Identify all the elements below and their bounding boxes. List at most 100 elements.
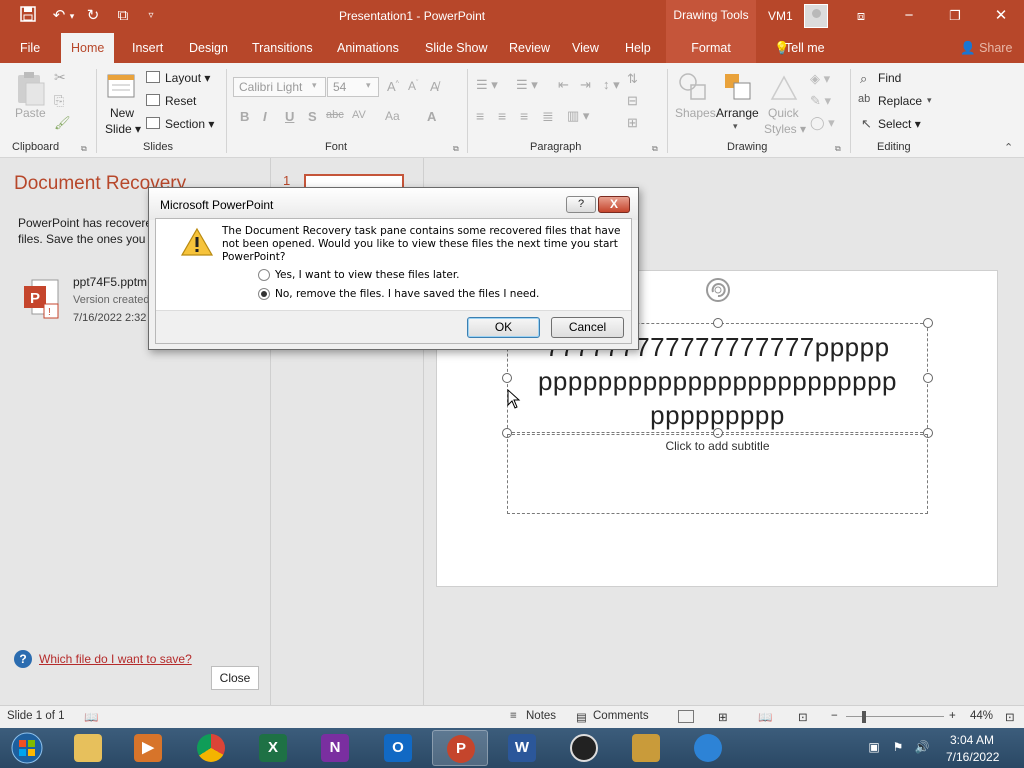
chevron-down-icon[interactable]: ▾ (312, 80, 317, 91)
action-center-icon[interactable]: ⚑ (890, 740, 906, 756)
shapes-label[interactable]: Shapes (675, 106, 716, 120)
find-icon[interactable]: ⌕ (860, 71, 867, 87)
taskbar-app-10[interactable] (618, 730, 674, 766)
decrease-font-icon[interactable]: Aˇ (408, 79, 418, 93)
taskbar-word[interactable]: W (494, 730, 550, 766)
drawing-launcher-icon[interactable]: ⧉ (835, 144, 841, 154)
new-slide-label-2[interactable]: Slide ▾ (105, 122, 141, 136)
change-case-button[interactable]: Aa (385, 109, 400, 123)
taskbar-media-player[interactable]: ▶ (120, 730, 176, 766)
tab-design[interactable]: Design (179, 33, 238, 63)
notes-button[interactable]: Notes (526, 710, 556, 722)
font-color-button[interactable]: A (427, 109, 436, 124)
paste-label[interactable]: Paste (15, 106, 46, 120)
line-spacing-icon[interactable]: ↕ ▾ (603, 77, 620, 93)
clock-time[interactable]: 3:04 AM (950, 733, 994, 747)
cut-icon[interactable]: ✂ (54, 69, 66, 86)
format-painter-icon[interactable]: 🖌 (54, 115, 71, 131)
tab-insert[interactable]: Insert (122, 33, 173, 63)
restore-button[interactable]: ❐ (932, 0, 978, 33)
font-launcher-icon[interactable]: ⧉ (453, 144, 459, 154)
align-right-icon[interactable]: ≡ (520, 108, 528, 124)
tab-format[interactable]: Format (666, 33, 756, 63)
slide-sorter-icon[interactable]: ⊞ (718, 710, 728, 724)
undo-dropdown-icon[interactable]: ▾ (66, 6, 78, 26)
spelling-icon[interactable]: 📖 (84, 710, 98, 724)
replace-icon[interactable]: ab (858, 93, 870, 105)
dialog-close-button[interactable]: X (598, 196, 630, 213)
network-icon[interactable]: ▣ (866, 740, 882, 756)
tell-me-search[interactable]: Tell me (785, 33, 835, 63)
pptm-file-icon[interactable]: P! (22, 278, 62, 322)
copy-icon[interactable]: ⎘ (54, 93, 64, 109)
clear-formatting-icon[interactable]: A̸ (430, 79, 439, 94)
strikethrough-button[interactable]: abc (326, 109, 344, 121)
comments-button[interactable]: Comments (593, 710, 649, 722)
share-button[interactable]: 👤 Share (950, 33, 1022, 63)
tab-help[interactable]: Help (615, 33, 661, 63)
shape-outline-icon[interactable]: ✎ ▾ (810, 93, 831, 109)
columns-icon[interactable]: ▥ ▾ (567, 108, 589, 124)
taskbar-excel[interactable]: X (245, 730, 301, 766)
zoom-out-button[interactable]: − (831, 710, 838, 722)
taskbar-chrome[interactable] (183, 730, 239, 766)
radio-view-later[interactable] (258, 269, 270, 281)
paste-icon[interactable] (14, 71, 46, 107)
recovery-close-button[interactable]: Close (211, 666, 259, 690)
align-center-icon[interactable]: ≡ (498, 108, 506, 124)
find-button[interactable]: Find (878, 71, 901, 85)
subtitle-placeholder-text[interactable]: Click to add subtitle (508, 439, 927, 453)
normal-view-icon[interactable] (678, 710, 694, 723)
dialog-title-bar[interactable]: Microsoft PowerPoint ? X (149, 188, 638, 220)
volume-icon[interactable]: 🔊 (914, 740, 930, 756)
reading-view-icon[interactable]: 📖 (758, 710, 772, 724)
increase-indent-icon[interactable]: ⇥ (580, 77, 591, 93)
italic-button[interactable]: I (263, 109, 267, 124)
tab-home[interactable]: Home (61, 33, 115, 63)
new-slide-label[interactable]: New (110, 106, 134, 120)
font-size-input[interactable]: 54 (327, 77, 379, 97)
layout-button[interactable]: Layout ▾ (165, 71, 210, 85)
collapse-ribbon-icon[interactable]: ⌃ (1004, 141, 1013, 154)
ribbon-display-options-icon[interactable]: ⧈ (838, 0, 884, 33)
increase-font-icon[interactable]: A^ (387, 79, 399, 94)
taskbar-obs[interactable] (556, 730, 612, 766)
zoom-level[interactable]: 44% (970, 710, 993, 722)
slideshow-icon[interactable]: ⊡ (798, 710, 808, 724)
smartart-icon[interactable]: ⊞ (627, 115, 638, 131)
chevron-down-icon[interactable]: ▾ (927, 95, 932, 106)
chevron-down-icon[interactable]: ▾ (733, 121, 738, 132)
ok-button[interactable]: OK (467, 317, 540, 338)
clipboard-launcher-icon[interactable]: ⧉ (81, 144, 87, 154)
select-button[interactable]: Select ▾ (878, 117, 921, 131)
resize-handle[interactable] (923, 373, 933, 383)
tab-review[interactable]: Review (499, 33, 560, 63)
option-remove-files-label[interactable]: No, remove the files. I have saved the f… (275, 288, 539, 300)
tab-slide-show[interactable]: Slide Show (415, 33, 498, 63)
tab-transitions[interactable]: Transitions (242, 33, 323, 63)
close-window-button[interactable]: ✕ (978, 0, 1024, 33)
minimize-button[interactable]: − (886, 0, 932, 33)
arrange-label[interactable]: Arrange (716, 106, 759, 120)
layout-icon[interactable] (146, 71, 160, 83)
dialog-help-button[interactable]: ? (566, 196, 596, 213)
zoom-slider-thumb[interactable] (862, 711, 866, 723)
justify-icon[interactable]: ≣ (542, 108, 554, 125)
taskbar-file-explorer[interactable] (60, 730, 116, 766)
radio-remove-files[interactable] (258, 288, 270, 300)
avatar[interactable] (804, 4, 828, 28)
align-left-icon[interactable]: ≡ (476, 108, 484, 124)
resize-handle[interactable] (923, 318, 933, 328)
underline-button[interactable]: U (285, 109, 294, 124)
quick-styles-label[interactable]: Quick (768, 106, 799, 120)
taskbar-outlook[interactable]: O (370, 730, 426, 766)
numbering-icon[interactable]: ☰ ▾ (516, 77, 538, 93)
resize-handle[interactable] (502, 373, 512, 383)
decrease-indent-icon[interactable]: ⇤ (558, 77, 569, 93)
present-icon[interactable]: ⧉ (112, 6, 134, 26)
quick-styles-icon[interactable] (768, 71, 800, 103)
new-slide-icon[interactable] (106, 71, 138, 101)
save-icon[interactable] (17, 6, 39, 26)
taskbar-onenote[interactable]: N (307, 730, 363, 766)
shadow-button[interactable]: S (308, 109, 317, 124)
